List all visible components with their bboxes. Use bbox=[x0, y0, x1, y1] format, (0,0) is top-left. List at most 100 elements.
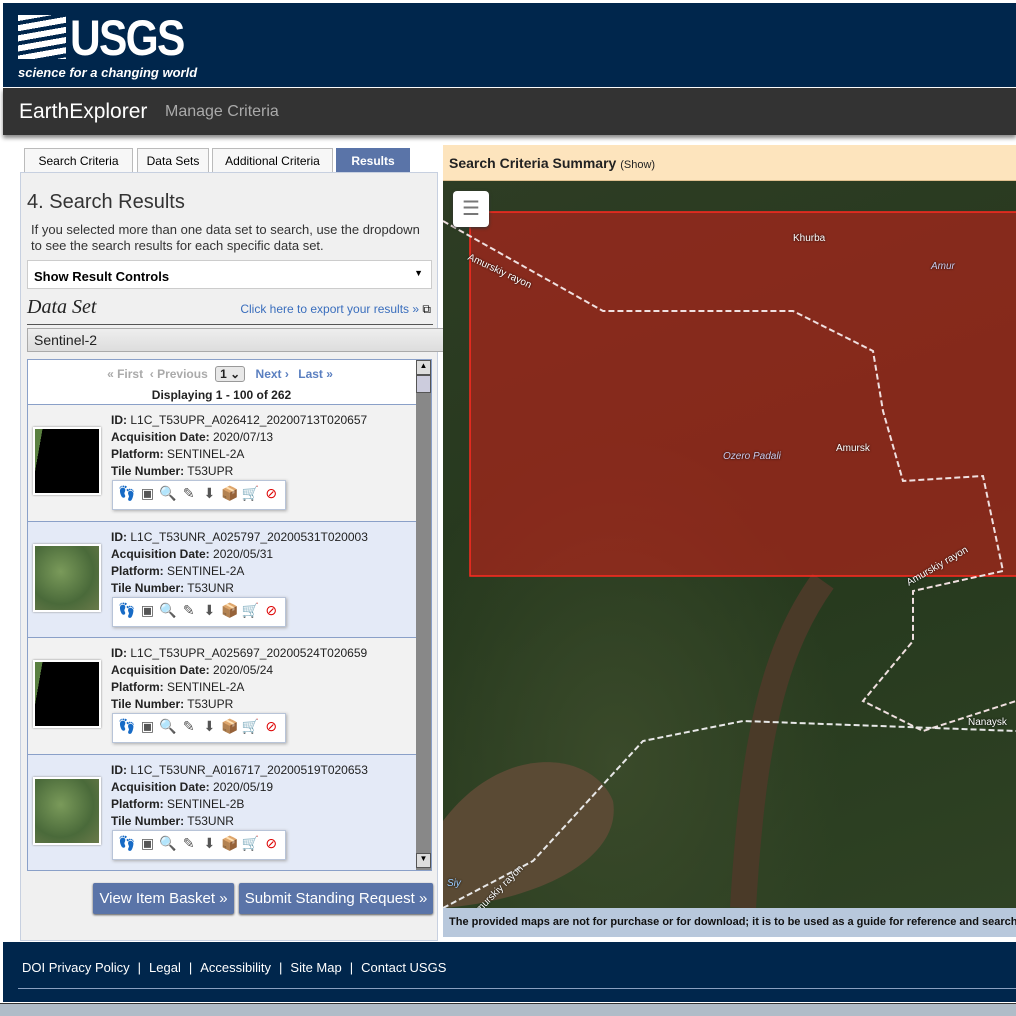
platform: SENTINEL-2A bbox=[167, 563, 245, 578]
results-panel: 4. Search Results If you selected more t… bbox=[20, 172, 447, 941]
date-label: Acquisition Date: bbox=[111, 430, 210, 444]
dataset-label: Data Set bbox=[27, 296, 97, 318]
browse-overlay-icon[interactable]: ▣ bbox=[139, 718, 157, 738]
summary-show-link[interactable]: (Show) bbox=[620, 159, 655, 171]
result-id: L1C_T53UNR_A016717_20200519T020653 bbox=[130, 762, 368, 777]
first-page-link[interactable]: « First bbox=[107, 367, 143, 381]
tab-additional-criteria[interactable]: Additional Criteria bbox=[212, 148, 333, 172]
cart-icon[interactable]: 🛒 bbox=[242, 602, 260, 622]
horizontal-scrollbar[interactable] bbox=[0, 1003, 1016, 1016]
result-thumbnail[interactable] bbox=[33, 776, 101, 845]
submit-standing-request-button[interactable]: Submit Standing Request » bbox=[239, 883, 433, 914]
scroll-track[interactable] bbox=[416, 393, 431, 853]
place-label: Amursk bbox=[836, 443, 870, 454]
footprint-icon[interactable]: 👣 bbox=[118, 718, 136, 738]
scroll-down-icon[interactable]: ▼ bbox=[416, 853, 431, 868]
tab-data-sets[interactable]: Data Sets bbox=[137, 148, 209, 172]
exclude-icon[interactable]: ⊘ bbox=[262, 485, 280, 505]
result-actions: 👣 ▣ 🔍 ✎ ⬇ 📦 🛒 ⊘ bbox=[112, 596, 286, 627]
footprint-icon[interactable]: 👣 bbox=[118, 602, 136, 622]
map-canvas[interactable]: ☰ Khurba Amur Amurskiy rayon Amursk Ozer… bbox=[443, 181, 1016, 908]
last-page-link[interactable]: Last » bbox=[298, 367, 333, 381]
compare-browse-icon[interactable]: 🔍 bbox=[159, 602, 177, 622]
result-id: L1C_T53UPR_A025697_20200524T020659 bbox=[130, 646, 368, 660]
result-id: L1C_T53UPR_A026412_20200713T020657 bbox=[130, 413, 368, 427]
metadata-icon[interactable]: ✎ bbox=[180, 485, 198, 505]
exclude-icon[interactable]: ⊘ bbox=[262, 718, 280, 738]
site-header: USGS science for a changing world bbox=[3, 3, 1016, 87]
exclude-icon[interactable]: ⊘ bbox=[262, 602, 280, 622]
separator: | bbox=[188, 960, 193, 975]
show-result-controls[interactable]: Show Result Controls ▼ bbox=[27, 260, 432, 289]
map-area: Search Criteria Summary (Show) ☰ Khurba … bbox=[443, 145, 1016, 937]
footer-link[interactable]: DOI Privacy Policy bbox=[22, 960, 130, 975]
tab-search-criteria[interactable]: Search Criteria bbox=[24, 148, 133, 172]
page-number: 1 bbox=[220, 367, 227, 381]
acquisition-date: 2020/07/13 bbox=[213, 430, 274, 444]
browse-overlay-icon[interactable]: ▣ bbox=[139, 602, 157, 622]
result-thumbnail[interactable] bbox=[33, 427, 101, 495]
download-icon[interactable]: ⬇ bbox=[201, 485, 219, 505]
scroll-up-icon[interactable]: ▲ bbox=[416, 360, 431, 375]
cart-icon[interactable]: 🛒 bbox=[242, 718, 260, 738]
metadata-icon[interactable]: ✎ bbox=[180, 602, 198, 622]
bulk-download-icon[interactable]: 📦 bbox=[221, 602, 239, 622]
tab-results[interactable]: Results bbox=[336, 148, 410, 172]
result-item: ID: L1C_T53UNR_A016717_20200519T020653 A… bbox=[28, 754, 417, 870]
id-label: ID: bbox=[111, 413, 127, 427]
result-thumbnail[interactable] bbox=[33, 660, 101, 728]
result-actions: 👣 ▣ 🔍 ✎ ⬇ 📦 🛒 ⊘ bbox=[112, 480, 286, 510]
divider bbox=[27, 324, 433, 325]
browse-overlay-icon[interactable]: ▣ bbox=[139, 485, 157, 505]
bulk-download-icon[interactable]: 📦 bbox=[221, 485, 239, 505]
view-item-basket-button[interactable]: View Item Basket » bbox=[93, 883, 234, 914]
footer-link[interactable]: Legal bbox=[149, 960, 181, 975]
download-icon[interactable]: ⬇ bbox=[201, 835, 219, 855]
search-criteria-summary[interactable]: Search Criteria Summary (Show) bbox=[443, 145, 1016, 181]
layers-icon[interactable]: ☰ bbox=[453, 191, 489, 227]
footer-divider bbox=[18, 988, 1016, 989]
platform: SENTINEL-2A bbox=[167, 447, 245, 461]
compare-browse-icon[interactable]: 🔍 bbox=[159, 485, 177, 505]
cart-icon[interactable]: 🛒 bbox=[242, 485, 260, 505]
download-icon[interactable]: ⬇ bbox=[201, 602, 219, 622]
browse-overlay-icon[interactable]: ▣ bbox=[139, 835, 157, 855]
results-scrollbar[interactable]: ▲ ▼ bbox=[416, 360, 431, 870]
page-title: 4. Search Results bbox=[27, 191, 185, 213]
bulk-download-icon[interactable]: 📦 bbox=[221, 718, 239, 738]
footer-link[interactable]: Site Map bbox=[290, 960, 341, 975]
usgs-logo[interactable]: USGS science for a changing world bbox=[18, 13, 204, 80]
next-page-link[interactable]: Next › bbox=[256, 367, 289, 381]
manage-criteria-link[interactable]: Manage Criteria bbox=[165, 103, 279, 121]
page-select[interactable]: 1 ⌄ bbox=[215, 366, 246, 382]
app-title[interactable]: EarthExplorer bbox=[19, 100, 147, 124]
external-link-icon: ⧉ bbox=[422, 302, 431, 316]
acquisition-date: 2020/05/24 bbox=[213, 663, 274, 677]
metadata-icon[interactable]: ✎ bbox=[180, 835, 198, 855]
separator: | bbox=[349, 960, 354, 975]
tile-label: Tile Number: bbox=[111, 464, 185, 478]
result-thumbnail[interactable] bbox=[33, 543, 101, 612]
download-icon[interactable]: ⬇ bbox=[201, 718, 219, 738]
export-results-link[interactable]: Click here to export your results » ⧉ bbox=[240, 302, 431, 317]
result-id: L1C_T53UNR_A025797_20200531T020003 bbox=[130, 529, 368, 544]
bulk-download-icon[interactable]: 📦 bbox=[221, 835, 239, 855]
metadata-icon[interactable]: ✎ bbox=[180, 718, 198, 738]
footprint-icon[interactable]: 👣 bbox=[118, 835, 136, 855]
compare-browse-icon[interactable]: 🔍 bbox=[159, 718, 177, 738]
previous-page-link[interactable]: ‹ Previous bbox=[150, 367, 208, 381]
footer-link[interactable]: Contact USGS bbox=[361, 960, 446, 975]
exclude-icon[interactable]: ⊘ bbox=[262, 835, 280, 855]
separator: | bbox=[279, 960, 283, 975]
scroll-thumb[interactable] bbox=[416, 375, 431, 393]
date-label: Acquisition Date: bbox=[111, 663, 210, 677]
caret-down-icon: ▼ bbox=[414, 268, 423, 278]
footer: DOI Privacy Policy | Legal | Accessibility | S… bbox=[3, 942, 1016, 1002]
platform: SENTINEL-2A bbox=[167, 680, 245, 694]
cart-icon[interactable]: 🛒 bbox=[242, 835, 260, 855]
compare-browse-icon[interactable]: 🔍 bbox=[159, 835, 177, 855]
dataset-select[interactable]: Sentinel-2 bbox=[27, 328, 447, 352]
tile-number: T53UNR bbox=[187, 580, 234, 595]
footprint-icon[interactable]: 👣 bbox=[118, 485, 136, 505]
footer-link[interactable]: Accessibility bbox=[200, 960, 271, 975]
